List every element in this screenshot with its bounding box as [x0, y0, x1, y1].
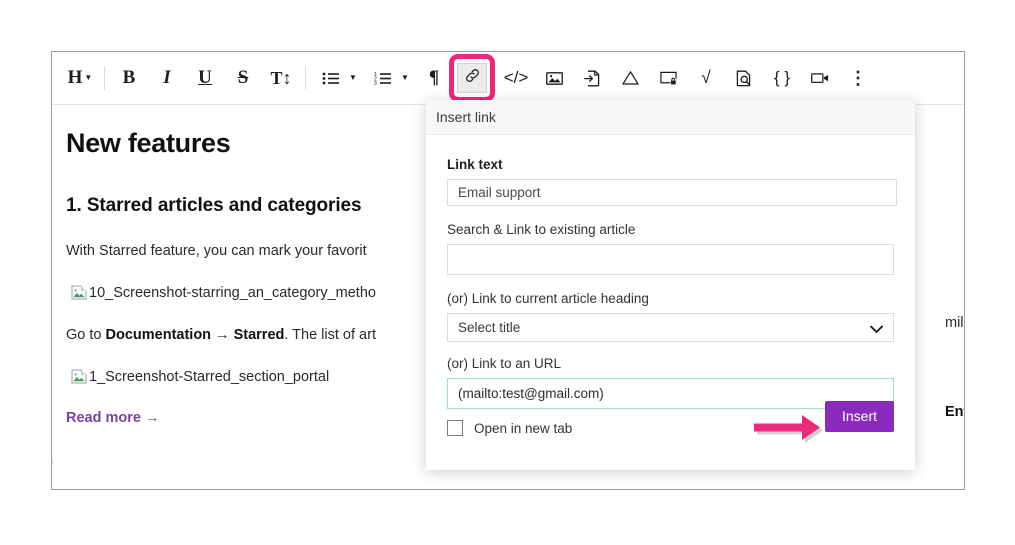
- image-icon: [545, 71, 563, 86]
- numbered-list-dropdown[interactable]: ▼: [397, 63, 411, 93]
- broken-image-icon: [71, 284, 88, 301]
- private-content-button[interactable]: [653, 63, 683, 93]
- inline-code-icon: </>: [503, 68, 529, 87]
- chevron-down-icon: ▼: [401, 73, 409, 82]
- bullet-list-dropdown[interactable]: ▼: [345, 63, 359, 93]
- code-block-button[interactable]: { }: [767, 63, 797, 93]
- open-in-new-tab-checkbox[interactable]: [447, 420, 463, 436]
- italic-icon: I: [163, 67, 171, 88]
- broken-image-1-alt: 10_Screenshot-starring_an_category_metho: [89, 285, 376, 302]
- vertical-dots-icon: ⋮: [849, 68, 867, 88]
- math-button[interactable]: √: [691, 63, 721, 93]
- dialog-footer: Open in new tab Insert: [426, 386, 915, 470]
- insert-file-button[interactable]: [577, 63, 607, 93]
- paragraph-1-clipped-tail: milar t: [945, 315, 964, 331]
- insert-link-dialog: Insert link Link text Search & Link to e…: [426, 100, 915, 470]
- insert-file-icon: [584, 70, 600, 87]
- bold-button[interactable]: B: [114, 63, 144, 93]
- italic-button[interactable]: I: [152, 63, 182, 93]
- paragraph-1-text: With Starred feature, you can mark your …: [66, 243, 367, 259]
- url-label: (or) Link to an URL: [447, 356, 562, 371]
- editor-toolbar: H ▼ B I U S T↕ ▼ 1 2 3 ▼ ¶ </> √ {} ⋮: [52, 52, 964, 105]
- underline-icon: U: [198, 67, 212, 88]
- margin-artifact: ): [52, 451, 54, 471]
- article-heading-select-wrap: Select title: [447, 313, 894, 342]
- insert-link-button-wrapper: [449, 54, 495, 102]
- toolbar-divider: [104, 66, 105, 90]
- paragraph-2-clipped-tail: Entity: [945, 404, 964, 420]
- screenshot-root: H ▼ B I U S T↕ ▼ 1 2 3 ▼ ¶ </> √ {} ⋮ N…: [0, 0, 1015, 545]
- open-in-new-tab-row[interactable]: Open in new tab: [447, 420, 572, 436]
- locked-content-icon: [659, 70, 677, 86]
- article-heading-label: (or) Link to current article heading: [447, 291, 649, 306]
- strikethrough-button[interactable]: S: [228, 63, 258, 93]
- dialog-body: Link text Search & Link to existing arti…: [426, 135, 915, 409]
- annotation-arrow: [752, 412, 838, 446]
- insert-link-button[interactable]: [457, 63, 487, 93]
- inline-code-button[interactable]: </>: [501, 63, 531, 93]
- insert-video-button[interactable]: [805, 63, 835, 93]
- video-camera-icon: [811, 71, 829, 85]
- chevron-down-icon: ▼: [84, 73, 93, 82]
- insert-image-button[interactable]: [539, 63, 569, 93]
- heading-select[interactable]: H ▼: [65, 63, 95, 93]
- more-options-button[interactable]: ⋮: [843, 63, 873, 93]
- toolbar-divider: [305, 66, 306, 90]
- open-in-new-tab-label: Open in new tab: [474, 420, 573, 436]
- paragraph-2-bold-2: Starred: [233, 326, 285, 343]
- bullet-list-button[interactable]: [315, 63, 345, 93]
- bold-icon: B: [122, 67, 136, 88]
- search-article-label: Search & Link to existing article: [447, 222, 636, 237]
- callout-button[interactable]: [615, 63, 645, 93]
- link-text-input[interactable]: [447, 179, 897, 206]
- paragraph-2-arrow: →: [211, 326, 234, 343]
- document-search-icon: [736, 70, 752, 87]
- numbered-list-icon: 1 2 3: [374, 72, 391, 85]
- link-text-label: Link text: [447, 157, 503, 172]
- pilcrow-icon: ¶: [428, 67, 440, 88]
- link-text-field-group: Link text: [447, 157, 897, 206]
- svg-text:3: 3: [374, 81, 377, 85]
- search-article-field-group: Search & Link to existing article: [447, 222, 894, 275]
- warning-triangle-icon: [621, 70, 639, 86]
- text-size-icon: T↕: [270, 67, 292, 88]
- code-block-icon: { }: [773, 68, 791, 87]
- dialog-header: Insert link: [426, 100, 915, 135]
- paragraph-2-bold-1: Documentation: [105, 326, 212, 343]
- paragraph-button[interactable]: ¶: [419, 63, 449, 93]
- search-article-input[interactable]: [447, 244, 894, 275]
- chevron-down-icon: ▼: [349, 73, 357, 82]
- paragraph-2-prefix: Go to: [66, 326, 106, 343]
- article-heading-select[interactable]: Select title: [447, 313, 894, 342]
- square-root-icon: √: [701, 68, 711, 87]
- dialog-title: Insert link: [436, 109, 496, 125]
- heading-label: H: [67, 67, 83, 88]
- broken-image-icon: [71, 368, 88, 385]
- link-icon: [464, 67, 481, 89]
- article-preview-button[interactable]: [729, 63, 759, 93]
- text-size-button[interactable]: T↕: [266, 63, 296, 93]
- underline-button[interactable]: U: [190, 63, 220, 93]
- numbered-list-button[interactable]: 1 2 3: [367, 63, 397, 93]
- article-heading-field-group: (or) Link to current article heading Sel…: [447, 291, 894, 342]
- broken-image-2-alt: 1_Screenshot-Starred_section_portal: [89, 369, 330, 386]
- strikethrough-icon: S: [237, 67, 249, 88]
- paragraph-2-suffix: . The list of art: [284, 326, 376, 343]
- bullet-list-icon: [322, 72, 339, 85]
